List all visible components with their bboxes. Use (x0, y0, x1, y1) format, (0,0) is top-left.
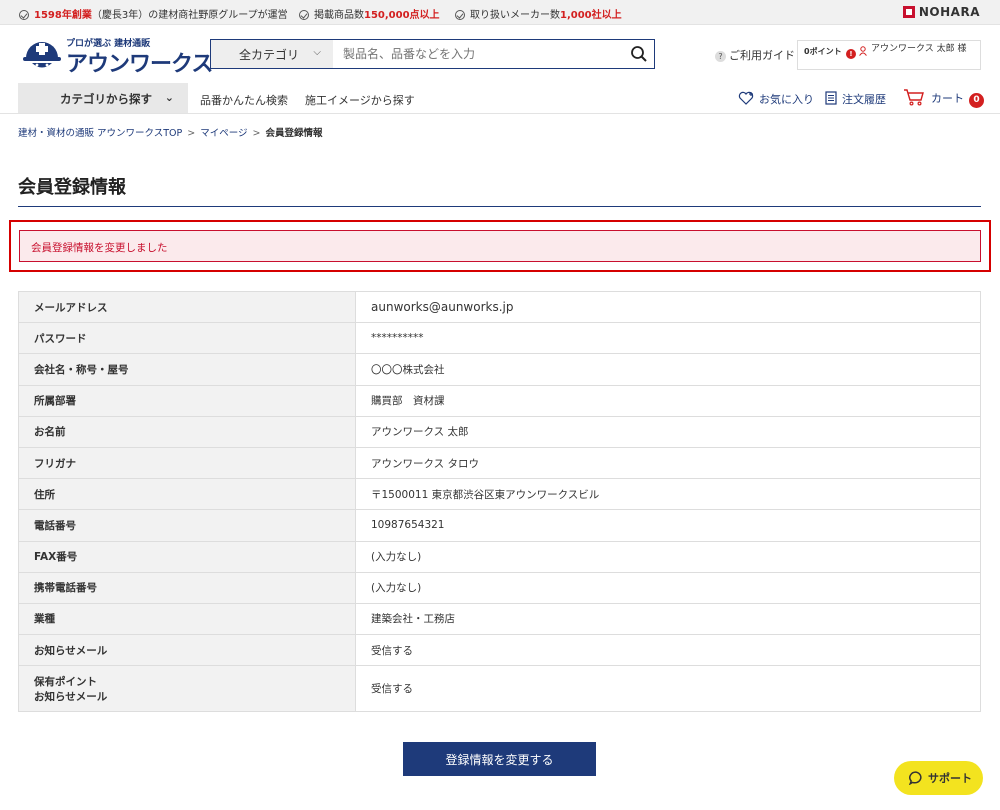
table-row: 会社名・称号・屋号 〇〇〇株式会社 (18, 353, 981, 386)
nav-link-construction-images[interactable]: 施工イメージから探す (305, 92, 415, 108)
row-label: 電話番号 (18, 509, 356, 542)
row-value: 〒1500011 東京都渋谷区東アウンワークスビル (355, 478, 981, 511)
row-label: パスワード (18, 322, 356, 355)
row-value: 建築会社・工務店 (355, 602, 981, 636)
table-row: お名前 アウンワークス 太郎 (18, 415, 981, 448)
founding-info: 1598年創業（慶長3年）の建材商社野原グループが運営 (19, 6, 288, 21)
table-row: フリガナ アウンワークス タロウ (18, 446, 981, 480)
chevron-down-icon: ⌄ (164, 91, 174, 104)
row-value: 10987654321 (355, 509, 981, 542)
order-history-link[interactable]: 注文履歴 (825, 91, 886, 107)
cart-count-badge: 0 (969, 93, 984, 108)
row-label: 携帯電話番号 (18, 571, 356, 604)
title-divider (18, 206, 981, 207)
table-row: メールアドレス aunworks@aunworks.jp (18, 290, 981, 324)
row-label: お知らせメール (18, 634, 356, 667)
product-count-info: 掲載商品数150,000点以上 (299, 6, 440, 21)
cart-icon (904, 89, 924, 106)
row-value: (入力なし) (355, 571, 981, 604)
row-label: 会社名・称号・屋号 (18, 353, 356, 386)
row-value: 購買部 資材課 (355, 384, 981, 417)
usage-guide-link[interactable]: ? ご利用ガイド (715, 47, 795, 63)
table-row: 保有ポイント お知らせメール 受信する (18, 665, 981, 713)
success-notice: 会員登録情報を変更しました (19, 230, 981, 262)
table-row: 業種 建築会社・工務店 (18, 602, 981, 636)
row-label: フリガナ (18, 446, 356, 480)
row-value: (入力なし) (355, 540, 981, 573)
row-label: 住所 (18, 478, 356, 511)
nohara-mark-icon (902, 6, 915, 18)
help-icon: ? (715, 51, 726, 62)
row-label: お名前 (18, 415, 356, 448)
support-button[interactable]: サポート (894, 761, 983, 795)
table-row: 電話番号 10987654321 (18, 509, 981, 542)
nohara-logo[interactable]: NOHARA (902, 5, 980, 19)
nav-link-part-search[interactable]: 品番かんたん検索 (200, 92, 288, 108)
row-value: アウンワークス 太郎 (355, 415, 981, 448)
table-row: お知らせメール 受信する (18, 634, 981, 667)
breadcrumb-top-link[interactable]: 建材・資材の通販 アウンワークスTOP (18, 128, 182, 139)
table-row: FAX番号 (入力なし) (18, 540, 981, 573)
document-icon (825, 91, 837, 105)
breadcrumb: 建材・資材の通販 アウンワークスTOP > マイページ > 会員登録情報 (18, 128, 323, 139)
search-button[interactable] (624, 40, 654, 68)
search-icon (631, 46, 647, 62)
account-box[interactable]: 0ポイント ! アウンワークス 太郎 様 (797, 40, 981, 70)
table-row: 住所 〒1500011 東京都渋谷区東アウンワークスビル (18, 478, 981, 511)
row-value: 受信する (355, 665, 981, 713)
check-icon (455, 10, 465, 20)
heart-icon (738, 91, 754, 105)
table-row: 携帯電話番号 (入力なし) (18, 571, 981, 604)
chat-bubble-icon (909, 771, 922, 785)
row-value: アウンワークス タロウ (355, 446, 981, 480)
chevron-down-icon: ⌵ (313, 47, 321, 58)
points-display: 0ポイント (804, 47, 842, 56)
table-row: パスワード ********** (18, 322, 981, 355)
cart-link[interactable]: カート 0 (903, 88, 984, 108)
alert-icon: ! (846, 49, 856, 59)
user-name: アウンワークス 太郎 様 (871, 44, 967, 54)
search-input[interactable] (333, 40, 623, 68)
row-value: 受信する (355, 634, 981, 667)
category-menu-button[interactable]: カテゴリから探す ⌄ (18, 83, 188, 113)
member-info-table: メールアドレス aunworks@aunworks.jp パスワード *****… (18, 290, 981, 713)
row-label: 保有ポイント お知らせメール (18, 665, 356, 713)
maker-count-info: 取り扱いメーカー数1,000社以上 (455, 6, 622, 21)
row-label: FAX番号 (18, 540, 356, 573)
page-title: 会員登録情報 (18, 177, 126, 198)
row-label: 所属部署 (18, 384, 356, 417)
favorites-link[interactable]: お気に入り (738, 91, 814, 107)
search-category-select[interactable]: 全カテゴリ ⌵ (211, 40, 333, 68)
row-value: aunworks@aunworks.jp (355, 290, 981, 324)
check-icon (19, 10, 29, 20)
breadcrumb-mypage-link[interactable]: マイページ (200, 128, 247, 139)
user-icon (859, 46, 867, 56)
top-info-bar: 1598年創業（慶長3年）の建材商社野原グループが運営 掲載商品数150,000… (0, 0, 1000, 25)
site-logo[interactable]: プロが選ぶ 建材通販 アウンワークス (22, 34, 213, 78)
row-label: メールアドレス (18, 290, 356, 324)
search-bar: 全カテゴリ ⌵ (210, 39, 655, 69)
table-row: 所属部署 購買部 資材課 (18, 384, 981, 417)
edit-registration-button[interactable]: 登録情報を変更する (403, 742, 596, 776)
breadcrumb-current: 会員登録情報 (265, 128, 323, 139)
helmet-logo-icon (23, 42, 61, 68)
row-value: ********** (355, 322, 981, 355)
row-label: 業種 (18, 602, 356, 636)
row-value: 〇〇〇株式会社 (355, 353, 981, 386)
check-icon (299, 10, 309, 20)
main-nav: カテゴリから探す ⌄ 品番かんたん検索 施工イメージから探す お気に入り 注文履… (0, 83, 1000, 114)
